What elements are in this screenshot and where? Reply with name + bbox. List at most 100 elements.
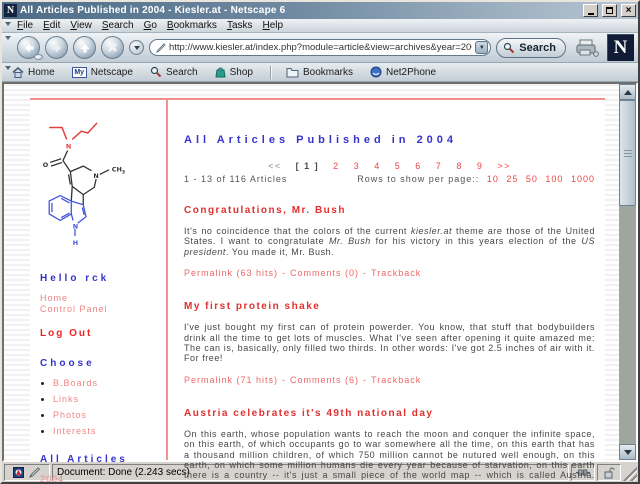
scroll-up-button[interactable]	[619, 84, 636, 100]
window-resize-grip[interactable]	[623, 464, 637, 481]
scrollbar-track[interactable]	[619, 206, 636, 444]
menu-help[interactable]: Help	[258, 20, 289, 31]
menu-search[interactable]: Search	[97, 20, 139, 31]
sidebar-link-bboards[interactable]: B.Boards	[53, 378, 98, 388]
comments-link[interactable]: Comments (6)	[290, 375, 359, 385]
toolbar-grippy[interactable]	[3, 19, 12, 32]
forward-button[interactable]	[45, 36, 68, 59]
sidebar-link-logout[interactable]: Log Out	[40, 328, 166, 339]
pagination-page-4[interactable]: 4	[374, 161, 381, 171]
personal-item-label: Netscape	[91, 67, 133, 78]
url-history-dropdown[interactable]: ▼	[475, 41, 488, 54]
footer-separator: -	[363, 375, 367, 385]
rows-per-page: Rows to show per page:: 10 25 50 100 100…	[357, 174, 595, 184]
page-content-box: N O	[30, 98, 605, 460]
search-icon	[503, 42, 515, 54]
title-bar[interactable]: N All Articles Published in 2004 - Kiesl…	[2, 2, 638, 19]
personal-item-bookmarks[interactable]: Bookmarks	[286, 67, 353, 78]
maximize-icon	[606, 7, 613, 14]
sidebar-link-control-panel[interactable]: Control Panel	[40, 304, 166, 315]
article-title: My first protein shake	[184, 301, 595, 312]
page-title: All Articles Published in 2004	[184, 134, 595, 146]
pagination-prev[interactable]: <<	[268, 161, 282, 171]
vertical-scrollbar[interactable]	[619, 84, 636, 460]
scrollbar-thumb[interactable]	[619, 100, 636, 206]
print-icon[interactable]	[574, 38, 600, 58]
menu-go[interactable]: Go	[139, 20, 162, 31]
rows-option-100[interactable]: 100	[545, 174, 563, 184]
sidebar-link-links[interactable]: Links	[53, 394, 79, 404]
reload-icon	[79, 42, 91, 54]
thumb-grip-icon	[624, 150, 632, 157]
stop-button[interactable]	[101, 36, 124, 59]
svg-text:N: N	[93, 172, 98, 180]
lsd-molecule-logo: N O	[40, 104, 132, 254]
personal-item-my-netscape[interactable]: My Netscape	[72, 67, 133, 78]
sidebar-link-2004[interactable]: 2004	[40, 474, 166, 484]
pagination-page-6[interactable]: 6	[415, 161, 422, 171]
unlocked-padlock-icon[interactable]	[604, 467, 615, 479]
security-status-cell	[597, 464, 621, 481]
net2phone-icon	[370, 66, 382, 78]
sidebar-link-home[interactable]: Home	[40, 293, 166, 304]
back-history-dropdown[interactable]	[34, 54, 43, 60]
rows-option-50[interactable]: 50	[526, 174, 538, 184]
pagination-current-page: [ 1 ]	[296, 161, 320, 171]
article: Congratulations, Mr. Bush It's no coinci…	[184, 205, 595, 278]
toolbar-grippy[interactable]	[3, 63, 12, 81]
browser-viewport: N O	[2, 82, 638, 462]
page-proxy-dropdown[interactable]	[129, 40, 144, 55]
rows-option-10[interactable]: 10	[487, 174, 499, 184]
page-main: All Articles Published in 2004 << [ 1 ] …	[168, 100, 605, 460]
rows-option-1000[interactable]: 1000	[571, 174, 595, 184]
menu-tasks[interactable]: Tasks	[222, 20, 258, 31]
article-title: Congratulations, Mr. Bush	[184, 205, 595, 216]
reload-button[interactable]	[73, 36, 96, 59]
scroll-down-button[interactable]	[619, 444, 636, 460]
comments-link[interactable]: Comments (0)	[290, 268, 359, 278]
close-button[interactable]: ×	[621, 4, 636, 17]
pagination-next[interactable]: >>	[497, 161, 511, 171]
personal-item-home[interactable]: Home	[12, 67, 55, 78]
sidebar-link-photos[interactable]: Photos	[53, 410, 87, 420]
toolbar-grippy[interactable]	[3, 33, 12, 62]
minimize-button[interactable]	[583, 4, 598, 17]
back-button[interactable]	[17, 36, 40, 59]
url-input[interactable]: http://www.kiesler.at/index.php?module=a…	[149, 39, 491, 56]
maximize-button[interactable]	[602, 4, 617, 17]
search-button[interactable]: Search	[496, 38, 566, 58]
pagination-page-3[interactable]: 3	[354, 161, 361, 171]
permalink-link[interactable]: Permalink (71 hits)	[184, 375, 278, 385]
svg-text:N: N	[73, 223, 78, 231]
trackback-link[interactable]: Trackback	[371, 375, 421, 385]
forward-arrow-icon	[51, 42, 63, 54]
rows-option-25[interactable]: 25	[506, 174, 518, 184]
search-button-label: Search	[519, 42, 556, 54]
navigator-icon[interactable]	[13, 467, 24, 478]
pagination-page-8[interactable]: 8	[456, 161, 463, 171]
personal-item-shop[interactable]: Shop	[215, 66, 253, 78]
pagination-page-5[interactable]: 5	[395, 161, 402, 171]
netscape-throbber[interactable]: N	[607, 34, 634, 61]
trackback-link[interactable]: Trackback	[371, 268, 421, 278]
url-text: http://www.kiesler.at/index.php?module=a…	[169, 42, 472, 53]
close-icon: ×	[626, 6, 632, 15]
pagination-page-7[interactable]: 7	[436, 161, 443, 171]
menu-bookmarks[interactable]: Bookmarks	[162, 20, 222, 31]
sidebar-link-interests[interactable]: Interests	[53, 426, 97, 436]
all-articles-heading: All Articles	[40, 454, 166, 465]
personal-item-search[interactable]: Search	[150, 66, 198, 78]
nav-right-group: N	[571, 34, 634, 61]
personal-item-label: Bookmarks	[303, 67, 353, 78]
pagination-page-9[interactable]: 9	[477, 161, 484, 171]
page-sidebar: N O	[30, 100, 166, 460]
pagination-page-2[interactable]: 2	[333, 161, 340, 171]
article-body: It's no coincidence that the colors of t…	[184, 226, 595, 257]
permalink-link[interactable]: Permalink (63 hits)	[184, 268, 278, 278]
article-footer: Permalink (71 hits)-Comments (6)-Trackba…	[184, 375, 595, 385]
window-title: All Articles Published in 2004 - Kiesler…	[20, 5, 579, 16]
menu-file[interactable]: File	[12, 20, 38, 31]
personal-item-net2phone[interactable]: Net2Phone	[370, 66, 436, 78]
menu-edit[interactable]: Edit	[38, 20, 65, 31]
menu-view[interactable]: View	[65, 20, 97, 31]
